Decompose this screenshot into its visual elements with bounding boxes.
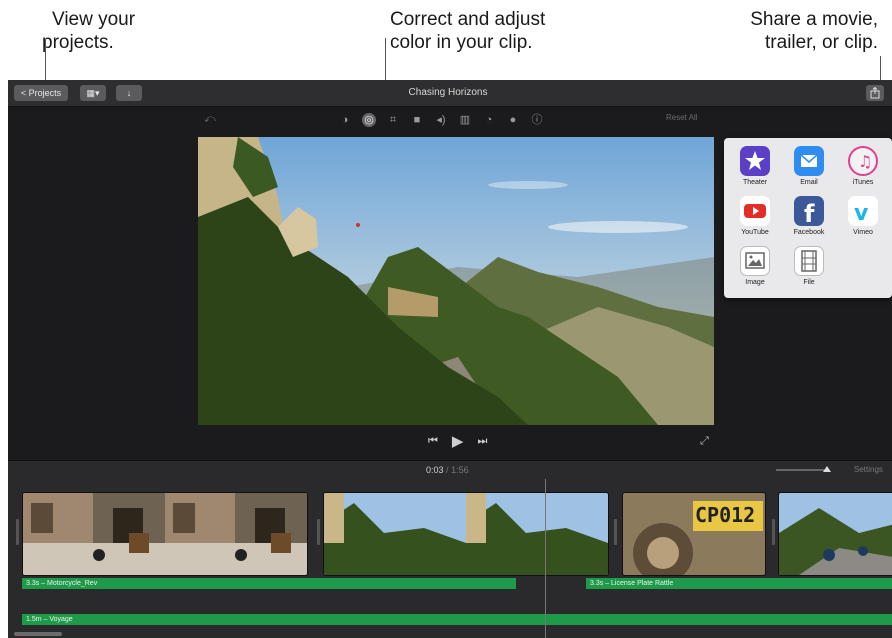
volume-icon[interactable]: ◂) — [434, 113, 448, 127]
share-vimeo[interactable]: v Vimeo — [840, 196, 886, 236]
share-button[interactable] — [866, 85, 884, 101]
playhead[interactable] — [545, 479, 546, 638]
fullscreen-icon[interactable]: ⤢ — [700, 435, 709, 448]
video-preview — [198, 137, 714, 425]
facebook-icon: f — [794, 196, 824, 228]
speed-icon[interactable]: ◔ — [482, 113, 496, 127]
window-title: Chasing Horizons — [408, 87, 488, 98]
timeline-scrollbar[interactable] — [14, 632, 62, 636]
share-facebook[interactable]: f Facebook — [786, 196, 832, 236]
info-icon[interactable]: ⓘ — [530, 113, 544, 127]
magic-wand-icon[interactable]: ⤺ — [204, 113, 216, 126]
settings-button[interactable]: Settings — [854, 465, 883, 474]
clip-filter-icon[interactable]: ● — [506, 113, 520, 127]
skip-back-icon[interactable]: ⏮ — [428, 435, 438, 448]
share-vimeo-label: Vimeo — [853, 229, 873, 236]
audio-track-license-plate-rattle[interactable]: 3.3s – License Plate Rattle — [586, 578, 892, 589]
share-youtube[interactable]: YouTube — [732, 196, 778, 236]
play-icon[interactable]: ▶ — [452, 432, 464, 450]
clip-thumbnail — [324, 493, 608, 575]
share-itunes[interactable]: ♫ iTunes — [840, 146, 886, 186]
current-time: 0:03 — [426, 465, 444, 475]
imovie-window: < Projects ▦▾ ↓ Chasing Horizons ⤺ ◑ ◎ ⌗… — [8, 80, 892, 638]
svg-text:f: f — [804, 200, 815, 226]
share-file-label: File — [803, 279, 815, 286]
callout-color: Correct and adjust color in your clip. — [390, 8, 545, 54]
skip-forward-icon[interactable]: ⏭ — [477, 435, 487, 448]
zoom-slider-knob[interactable] — [823, 466, 831, 472]
clip-trim-handle[interactable] — [317, 519, 320, 545]
share-email-label: Email — [800, 179, 818, 186]
clip-trim-handle[interactable] — [614, 519, 617, 545]
timeline-clip-rider[interactable] — [778, 492, 892, 576]
color-balance-icon[interactable]: ◑ — [338, 113, 352, 127]
share-youtube-label: YouTube — [741, 229, 769, 236]
share-file[interactable]: File — [786, 246, 832, 286]
timeline-clip-motorcycle[interactable] — [22, 492, 308, 576]
share-email[interactable]: Email — [786, 146, 832, 186]
share-facebook-label: Facebook — [793, 229, 825, 236]
import-icon: ↓ — [126, 88, 132, 98]
crop-icon[interactable]: ⌗ — [386, 113, 400, 127]
callout-share: Share a movie, trailer, or clip. — [750, 8, 878, 54]
share-icon — [870, 87, 880, 99]
email-icon — [794, 146, 824, 176]
timeline-clip-license-plate[interactable]: CP012 — [622, 492, 766, 576]
share-theater-label: Theater — [742, 179, 768, 186]
callout-share-line1: Share a movie, — [750, 9, 878, 30]
music-track-voyage[interactable]: 1.5m – Voyage — [22, 614, 892, 625]
image-icon — [740, 246, 770, 276]
share-image[interactable]: Image — [732, 246, 778, 286]
total-time: 1:56 — [451, 465, 469, 475]
vimeo-icon: v — [848, 196, 878, 226]
noise-reduction-icon[interactable]: ▥ — [458, 113, 472, 127]
theater-icon — [740, 146, 770, 176]
callout-projects-line1: View your — [52, 9, 136, 30]
projects-button[interactable]: < Projects — [14, 85, 68, 101]
time-separator: / — [446, 465, 449, 475]
title-bar: < Projects ▦▾ ↓ Chasing Horizons — [8, 80, 892, 107]
zoom-slider[interactable] — [776, 469, 826, 471]
callout-color-line2: color in your clip. — [390, 32, 533, 53]
share-itunes-label: iTunes — [852, 179, 874, 186]
callout-share-line2: trailer, or clip. — [765, 32, 878, 53]
transport-controls: ⏮ ▶ ⏭ — [428, 432, 487, 450]
callout-projects-line2: projects. — [42, 32, 114, 53]
media-browser-button[interactable]: ▦▾ — [80, 85, 106, 101]
import-button[interactable]: ↓ — [116, 85, 142, 101]
callout-color-line1: Correct and adjust — [390, 9, 546, 30]
svg-text:♫: ♫ — [858, 152, 872, 171]
itunes-icon: ♫ — [848, 146, 878, 176]
media-icon: ▦▾ — [86, 88, 100, 98]
youtube-icon — [740, 196, 770, 226]
share-image-label: Image — [745, 279, 765, 286]
clip-thumbnail — [23, 493, 307, 575]
license-plate-text: CP012 — [695, 503, 756, 527]
clip-trim-handle[interactable] — [772, 519, 775, 545]
file-icon — [794, 246, 824, 276]
timeline: 0:03 / 1:56 Settings CP012 3.3s – Motorc… — [8, 460, 892, 638]
viewer: ⤺ ◑ ◎ ⌗ ■ ◂) ▥ ◔ ● ⓘ Reset All ⏮ ▶ ⏭ ⤢ T… — [8, 107, 892, 459]
audio-track-motorcycle-rev[interactable]: 3.3s – Motorcycle_Rev — [22, 578, 516, 589]
share-menu: Theater Email ♫ iTunes YouTube f Faceboo… — [724, 138, 892, 298]
callout-projects: View your projects. — [42, 8, 136, 54]
timecode: 0:03 / 1:56 — [426, 465, 469, 475]
mountain-landscape-image — [198, 137, 714, 425]
adjustment-toolbar: ◑ ◎ ⌗ ■ ◂) ▥ ◔ ● ⓘ — [338, 113, 544, 129]
share-theater[interactable]: Theater — [732, 146, 778, 186]
reset-all-button[interactable]: Reset All — [666, 113, 698, 122]
stabilization-icon[interactable]: ■ — [410, 113, 424, 127]
svg-text:v: v — [854, 201, 869, 226]
clip-trim-handle[interactable] — [16, 519, 19, 545]
timeline-clip-mountains[interactable] — [323, 492, 609, 576]
color-correction-icon[interactable]: ◎ — [362, 113, 376, 127]
clip-thumbnail — [779, 493, 892, 575]
